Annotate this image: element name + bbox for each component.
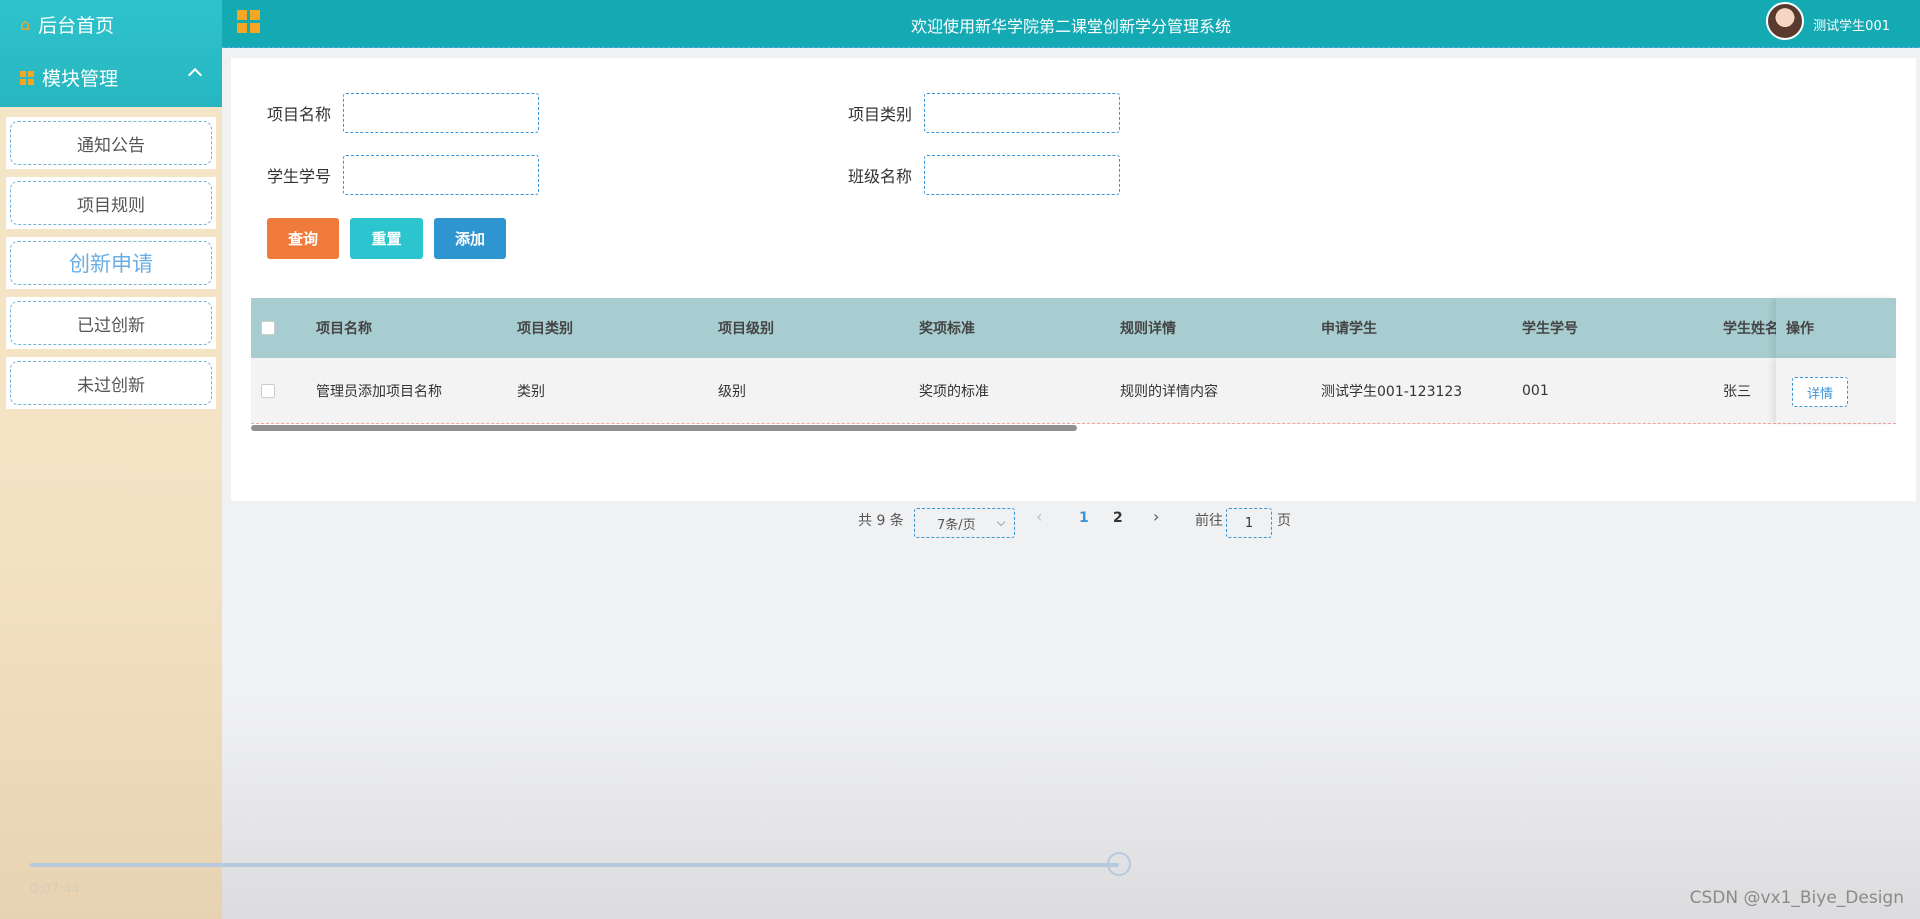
cell-applicant: 测试学生001-123123 <box>1321 383 1463 400</box>
column-header: 学生姓名 <box>1723 321 1779 337</box>
column-header: 项目类别 <box>517 321 573 337</box>
goto-page-input[interactable]: 1 <box>1226 508 1272 538</box>
bottom-gradient <box>222 700 1920 919</box>
actions-cell: 详情 <box>1776 358 1896 423</box>
avatar[interactable] <box>1766 2 1804 40</box>
select-all-checkbox[interactable] <box>261 321 275 335</box>
sidebar-item-rules[interactable]: 项目规则 <box>6 177 216 229</box>
sidebar-home-label: 后台首页 <box>38 14 115 37</box>
home-icon: ⌂ <box>20 14 31 34</box>
video-progress-track[interactable] <box>30 863 1119 867</box>
table-header-row: 项目名称 项目类别 项目级别 奖项标准 规则详情 申请学生 学生学号 学生姓名 … <box>251 298 1896 358</box>
column-header: 规则详情 <box>1120 321 1176 337</box>
sidebar-module-label: 模块管理 <box>42 68 119 90</box>
cell-student-id: 001 <box>1522 382 1549 399</box>
page-size-value: 7条/页 <box>937 517 976 533</box>
prev-page-icon[interactable]: ‹ <box>1036 507 1042 526</box>
goto-label: 前往 <box>1195 513 1223 529</box>
module-grid-icon <box>20 70 34 85</box>
cell-category: 类别 <box>517 383 545 400</box>
video-time: 0:07:44 <box>30 882 81 897</box>
page-suffix: 页 <box>1277 513 1291 529</box>
project-category-input[interactable] <box>924 93 1120 133</box>
project-category-label: 项目类别 <box>848 105 913 124</box>
system-title: 欢迎使用新华学院第二课堂创新学分管理系统 <box>910 17 1231 36</box>
sidebar-item-passed[interactable]: 已过创新 <box>6 297 216 349</box>
cell-rule-detail: 规则的详情内容 <box>1120 383 1218 400</box>
sidebar-header: ⌂ 后台首页 模块管理 <box>0 0 222 107</box>
cell-level: 级别 <box>718 383 746 400</box>
sidebar-item-label[interactable]: 通知公告 <box>10 121 212 165</box>
cell-student-name: 张三 <box>1723 383 1751 400</box>
pagination-total: 共 9 条 <box>858 513 904 529</box>
column-header: 学生学号 <box>1522 321 1578 337</box>
sidebar-item-notice[interactable]: 通知公告 <box>6 117 216 169</box>
student-id-label: 学生学号 <box>267 167 332 186</box>
page-number-current[interactable]: 1 <box>1079 510 1089 526</box>
user-name[interactable]: 测试学生001 <box>1813 15 1890 34</box>
table-row: 管理员添加项目名称 类别 级别 奖项的标准 规则的详情内容 测试学生001-12… <box>251 358 1896 424</box>
sidebar-module-toggle[interactable]: 模块管理 <box>0 48 222 107</box>
sidebar-item-failed[interactable]: 未过创新 <box>6 357 216 409</box>
page-size-select[interactable]: 7条/页 <box>914 508 1015 538</box>
table-horizontal-scrollbar[interactable] <box>251 425 1077 431</box>
sidebar-item-label[interactable]: 创新申请 <box>10 241 212 285</box>
actions-column-header: 操作 <box>1776 298 1896 358</box>
student-id-input[interactable] <box>343 155 539 195</box>
sidebar-item-home[interactable]: ⌂ 后台首页 <box>0 0 222 48</box>
project-name-input[interactable] <box>343 93 539 133</box>
video-progress-knob[interactable] <box>1107 852 1131 876</box>
sidebar-item-label[interactable]: 项目规则 <box>10 181 212 225</box>
cell-award-standard: 奖项的标准 <box>919 383 989 400</box>
project-name-label: 项目名称 <box>267 105 332 124</box>
top-bar: 欢迎使用新华学院第二课堂创新学分管理系统 测试学生001 <box>222 0 1920 48</box>
search-button[interactable]: 查询 <box>267 218 339 259</box>
detail-button[interactable]: 详情 <box>1792 377 1848 407</box>
class-name-label: 班级名称 <box>848 167 913 186</box>
next-page-icon[interactable]: › <box>1153 507 1159 526</box>
sidebar-item-innovation-apply[interactable]: 创新申请 <box>6 237 216 289</box>
column-header: 奖项标准 <box>919 321 975 337</box>
sidebar-item-label[interactable]: 未过创新 <box>10 361 212 405</box>
column-header: 项目级别 <box>718 321 774 337</box>
row-checkbox[interactable] <box>261 383 275 398</box>
page-number[interactable]: 2 <box>1113 510 1123 526</box>
watermark: CSDN @vx1_Biye_Design <box>1689 888 1904 908</box>
sidebar-item-label[interactable]: 已过创新 <box>10 301 212 345</box>
reset-button[interactable]: 重置 <box>350 218 423 259</box>
sidebar: ⌂ 后台首页 模块管理 通知公告 项目规则 创新申请 已过创新 未过创新 <box>0 0 222 919</box>
column-header: 项目名称 <box>316 321 372 337</box>
chevron-up-icon[interactable] <box>187 67 203 83</box>
data-table: 项目名称 项目类别 项目级别 奖项标准 规则详情 申请学生 学生学号 学生姓名 … <box>251 298 1896 431</box>
sidebar-menu: 通知公告 项目规则 创新申请 已过创新 未过创新 <box>0 107 222 427</box>
column-header: 操作 <box>1786 321 1814 337</box>
class-name-input[interactable] <box>924 155 1120 195</box>
main-panel: 项目名称 项目类别 学生学号 班级名称 查询 重置 添加 项目名称 项目类别 项… <box>231 58 1916 538</box>
column-header: 申请学生 <box>1321 321 1377 337</box>
add-button[interactable]: 添加 <box>434 218 506 259</box>
chevron-down-icon <box>996 517 1006 527</box>
cell-project-name: 管理员添加项目名称 <box>316 383 442 400</box>
